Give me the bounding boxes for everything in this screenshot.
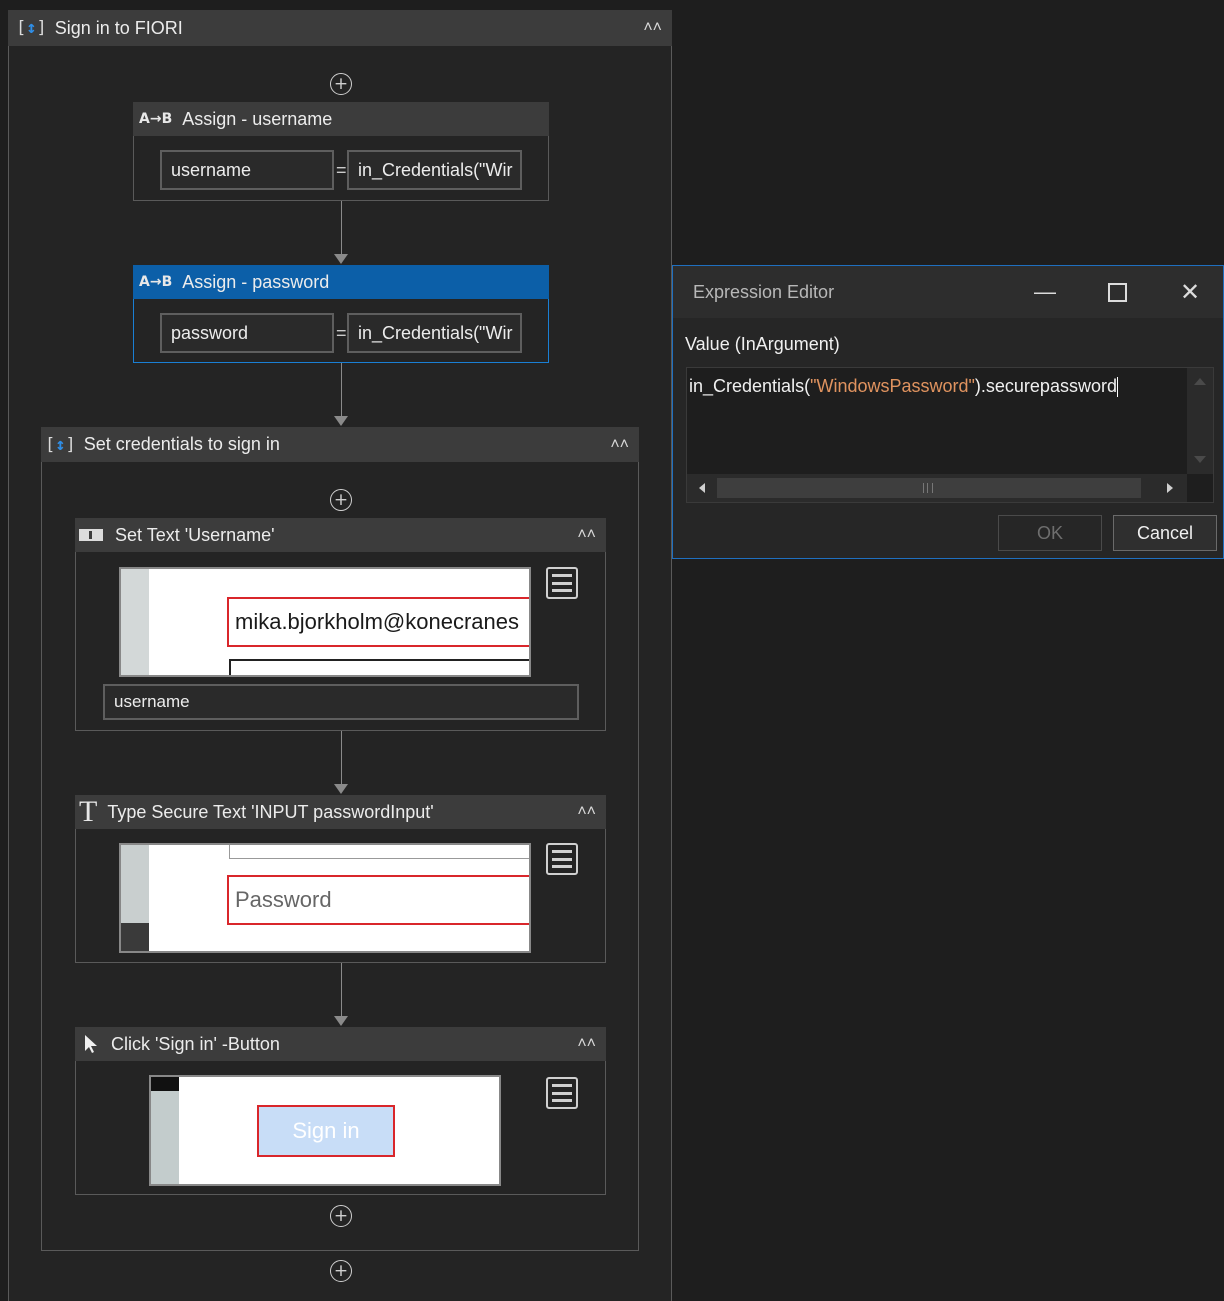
options-menu-icon[interactable] [546, 843, 578, 875]
connector-line [341, 363, 342, 417]
click-signin-title: Click 'Sign in' -Button [111, 1033, 280, 1054]
assign-value-field[interactable]: in_Credentials("Wir [347, 313, 522, 353]
connector-arrow [334, 784, 348, 794]
click-signin-preview[interactable]: Sign in [149, 1075, 501, 1186]
close-button[interactable]: ✕ [1168, 272, 1212, 312]
connector-line [341, 201, 342, 255]
collapse-icon[interactable]: ˄˄ [577, 526, 596, 544]
set-text-title: Set Text 'Username' [115, 524, 275, 545]
assign-to-field[interactable]: password [160, 313, 334, 353]
cancel-button[interactable]: Cancel [1113, 515, 1217, 551]
highlighted-signin-button: Sign in [257, 1105, 395, 1157]
click-signin-header[interactable]: Click 'Sign in' -Button ˄˄ [75, 1027, 606, 1061]
dialog-titlebar[interactable]: Expression Editor [673, 266, 1223, 318]
scroll-up-arrow[interactable] [1194, 378, 1206, 385]
connector-line [341, 731, 342, 785]
options-menu-icon[interactable] [546, 567, 578, 599]
scroll-right-arrow[interactable] [1167, 483, 1173, 493]
scroll-down-arrow[interactable] [1194, 456, 1206, 463]
type-secure-text-header[interactable]: T Type Secure Text 'INPUT passwordInput'… [75, 795, 606, 829]
dialog-title: Expression Editor [693, 281, 835, 302]
collapse-icon[interactable]: ˄˄ [610, 436, 629, 454]
value-label: Value (InArgument) [685, 334, 840, 354]
sequence-icon: [↕] [16, 18, 47, 38]
options-menu-icon[interactable] [546, 1077, 578, 1109]
type-secure-text-title: Type Secure Text 'INPUT passwordInput' [107, 801, 434, 822]
add-activity-button[interactable]: + [330, 73, 352, 95]
set-text-header[interactable]: Set Text 'Username' ˄˄ [75, 518, 606, 552]
assign-username-title: Assign - username [182, 108, 333, 129]
expression-text: in_Credentials("WindowsPassword").secure… [689, 376, 1118, 398]
inner-sequence-title: Set credentials to sign in [83, 434, 280, 454]
highlighted-username-input: mika.bjorkholm@konecranes [227, 597, 529, 647]
collapse-icon[interactable]: ˄˄ [577, 1035, 596, 1053]
sequence-icon: [↕] [45, 434, 76, 455]
assign-icon: A→B [139, 111, 173, 127]
pointer-icon [83, 1034, 99, 1054]
connector-arrow [334, 416, 348, 426]
add-activity-button[interactable]: + [330, 1205, 352, 1227]
expression-textarea[interactable]: in_Credentials("WindowsPassword").secure… [686, 367, 1214, 503]
set-text-preview[interactable]: mika.bjorkholm@konecranes [119, 567, 531, 677]
add-activity-button[interactable]: + [330, 1260, 352, 1282]
collapse-icon[interactable]: ˄˄ [643, 19, 662, 37]
thumb-grip-icon [923, 483, 933, 493]
close-icon: ✕ [1179, 278, 1201, 306]
vertical-scrollbar[interactable] [1187, 368, 1213, 474]
ok-button[interactable]: OK [998, 515, 1102, 551]
assign-icon: A→B [139, 274, 173, 290]
assign-password-header[interactable]: A→B Assign - password [133, 265, 549, 299]
outer-sequence-title: Sign in to FIORI [54, 17, 183, 38]
type-secure-text-preview[interactable]: Password [119, 843, 531, 953]
assign-to-field[interactable]: username [160, 150, 334, 190]
inner-sequence-header[interactable]: [↕] Set credentials to sign in ˄˄ [41, 427, 639, 462]
set-text-value-field[interactable]: username [103, 684, 579, 720]
collapse-icon[interactable]: ˄˄ [577, 803, 596, 821]
connector-arrow [334, 254, 348, 264]
highlighted-password-input: Password [227, 875, 529, 925]
assign-username-header[interactable]: A→B Assign - username [133, 102, 549, 136]
scroll-thumb[interactable] [717, 478, 1141, 498]
connector-arrow [334, 1016, 348, 1026]
outer-sequence-header[interactable]: [↕] Sign in to FIORI ˄˄ [8, 10, 672, 46]
assign-value-field[interactable]: in_Credentials("Wir [347, 150, 522, 190]
horizontal-scrollbar[interactable] [687, 474, 1187, 502]
add-activity-button[interactable]: + [330, 489, 352, 511]
type-text-icon: T [79, 795, 98, 828]
maximize-button[interactable] [1095, 272, 1139, 312]
connector-line [341, 963, 342, 1017]
equals-sign: = [336, 323, 347, 343]
set-text-icon [79, 529, 103, 541]
scroll-left-arrow[interactable] [699, 483, 705, 493]
assign-password-title: Assign - password [182, 271, 330, 292]
text-cursor [1116, 377, 1118, 398]
equals-sign: = [336, 160, 347, 180]
minimize-button[interactable]: — [1023, 272, 1067, 312]
maximize-icon [1107, 282, 1127, 302]
